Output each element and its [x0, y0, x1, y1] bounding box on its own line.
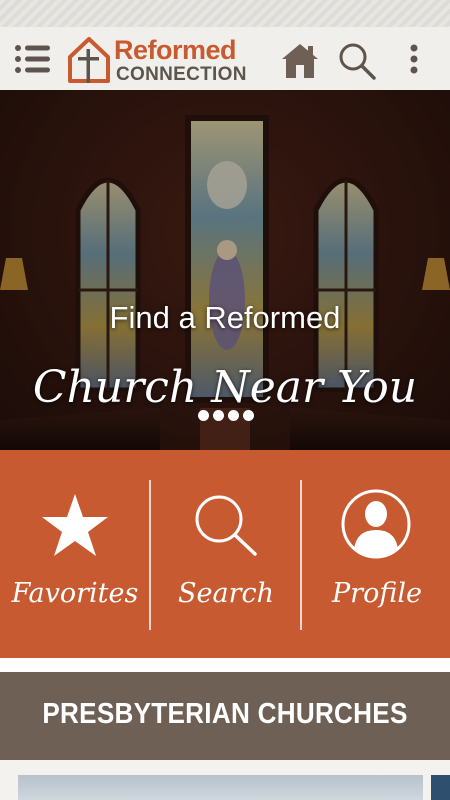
status-bar — [0, 0, 450, 27]
app-logo[interactable]: Reformed CONNECTION — [66, 35, 280, 85]
hero-banner[interactable]: Find a Reformed Church Near You — [0, 90, 450, 450]
logo-word-reformed: Reformed — [114, 35, 237, 65]
church-card[interactable] — [18, 775, 423, 800]
search-icon[interactable] — [336, 41, 378, 81]
church-card-list — [0, 760, 450, 800]
church-card[interactable] — [431, 775, 450, 800]
search-button[interactable]: Search — [151, 450, 301, 658]
star-icon — [42, 494, 108, 556]
church-logo-icon — [68, 37, 110, 83]
app-toolbar: Reformed CONNECTION — [0, 27, 450, 90]
profile-icon — [341, 489, 411, 559]
profile-button[interactable]: Profile — [302, 450, 450, 658]
more-vertical-icon[interactable] — [404, 43, 424, 77]
section-header: PRESBYTERIAN CHURCHES — [0, 672, 450, 760]
favorites-button[interactable]: Favorites — [0, 450, 150, 658]
search-label: Search — [178, 578, 274, 609]
carousel-indicator[interactable] — [198, 410, 254, 422]
profile-label: Profile — [332, 578, 422, 609]
carousel-dot[interactable] — [243, 410, 254, 421]
hero-headline: Find a Reformed — [109, 300, 341, 335]
carousel-dot[interactable] — [213, 410, 224, 421]
search-icon — [195, 495, 257, 556]
carousel-dot[interactable] — [198, 410, 209, 421]
menu-icon[interactable] — [14, 43, 52, 75]
hero-subheadline: Church Near You — [32, 362, 418, 413]
favorites-label: Favorites — [11, 578, 139, 609]
quick-actions: Favorites Search Profile — [0, 450, 450, 658]
carousel-dot[interactable] — [228, 410, 239, 421]
section-title: PRESBYTERIAN CHURCHES — [42, 698, 408, 730]
logo-word-connection: CONNECTION — [116, 64, 247, 85]
home-icon[interactable] — [280, 40, 320, 80]
